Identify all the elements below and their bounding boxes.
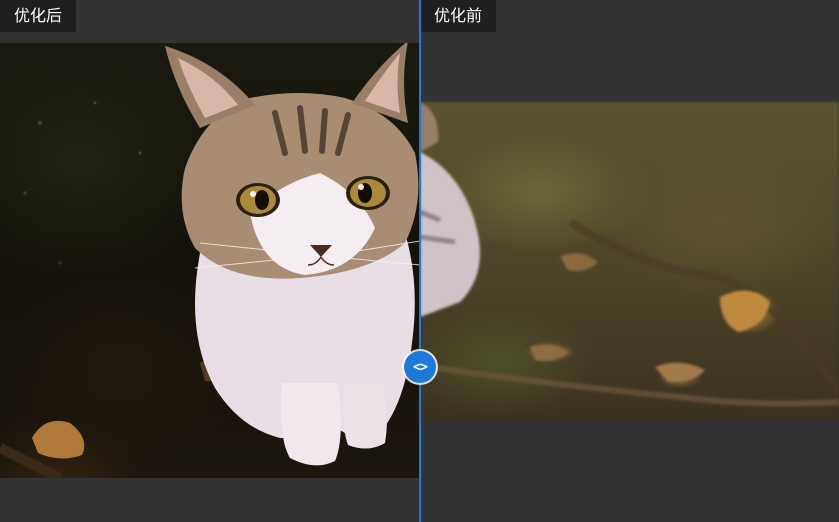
drag-handle[interactable]: <> — [404, 351, 436, 383]
before-image — [420, 102, 839, 420]
before-pane: 优化前 — [420, 0, 839, 522]
after-label: 优化后 — [0, 0, 77, 32]
after-image — [0, 43, 420, 478]
chevron-left-right-icon: <> — [413, 359, 428, 375]
before-label: 优化前 — [420, 0, 497, 32]
comparison-divider[interactable] — [419, 0, 421, 522]
after-pane: 优化后 — [0, 0, 420, 522]
image-comparison-slider: 优化后 优化前 <> — [0, 0, 839, 522]
